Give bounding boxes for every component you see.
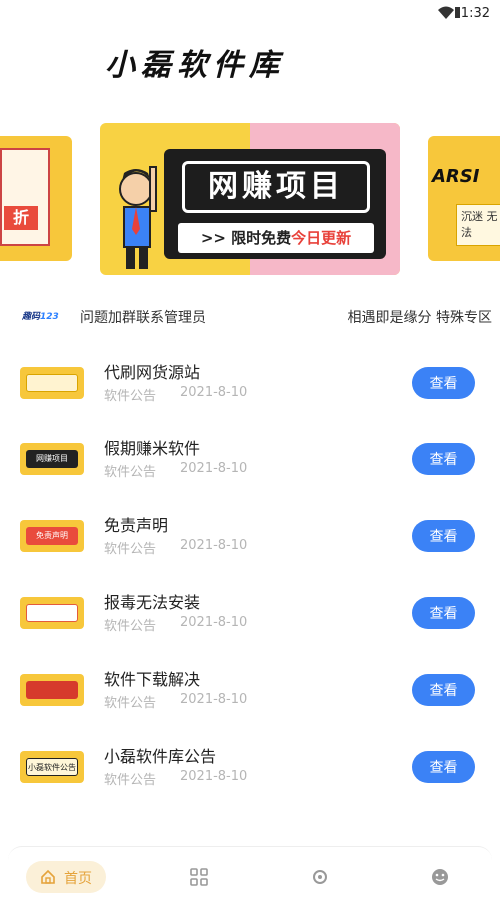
list-item-category: 软件公告 — [104, 542, 157, 557]
view-button[interactable]: 查看 — [412, 751, 475, 783]
banner-right-box: 沉迷 无法 — [456, 204, 500, 246]
smile-icon[interactable] — [430, 867, 450, 887]
list-item[interactable]: 网赚项目 假期赚米软件 软件公告 2021-8-10 查看 — [0, 421, 500, 497]
status-time: 1:32 — [460, 6, 490, 21]
list-item-thumbnail — [20, 597, 84, 629]
list-item[interactable]: 代刷网货源站 软件公告 2021-8-10 查看 — [0, 345, 500, 421]
banner-left[interactable]: 折 — [0, 136, 72, 261]
notice-marquee: 问题加群联系管理员 — [80, 310, 206, 326]
list-item-title: 小磊软件库公告 — [104, 747, 217, 766]
cartoon-man-icon — [119, 166, 157, 269]
bottom-nav: 首页 — [8, 846, 492, 908]
wifi-icon — [438, 6, 454, 19]
banner-left-tag: 折 — [4, 206, 38, 230]
list-item-title: 软件下载解决 — [104, 670, 201, 689]
banner-right[interactable]: ARSI 沉迷 无法 — [428, 136, 500, 261]
list-item-date: 2021-8-10 — [180, 692, 248, 707]
view-button[interactable]: 查看 — [412, 367, 475, 399]
list-item-title: 报毒无法安装 — [104, 593, 201, 612]
list-item-date: 2021-8-10 — [180, 615, 248, 630]
list-item-thumbnail — [20, 674, 84, 706]
home-icon — [41, 869, 55, 884]
banner-main-subtitle: >> 限时免费今日更新 — [178, 223, 374, 253]
grid-icon[interactable] — [189, 867, 209, 887]
list-item-thumbnail — [20, 367, 84, 399]
notice-special-link[interactable]: 相遇即是缘分 特殊专区 — [348, 307, 492, 327]
list-item-date: 2021-8-10 — [180, 385, 248, 400]
list-item-thumbnail: 网赚项目 — [20, 443, 84, 475]
tab-home-label: 首页 — [64, 871, 92, 887]
list-item-date: 2021-8-10 — [180, 538, 248, 553]
list-item[interactable]: 报毒无法安装 软件公告 2021-8-10 查看 — [0, 575, 500, 651]
notice-bar[interactable]: 趣码123 问题加群联系管理员 相遇即是缘分 特殊专区 — [0, 305, 500, 327]
status-bar: 1:32 — [0, 0, 500, 30]
list-item-date: 2021-8-10 — [180, 461, 248, 476]
list-item-category: 软件公告 — [104, 696, 157, 711]
view-button[interactable]: 查看 — [412, 520, 475, 552]
banner-right-code: ARSI — [432, 166, 480, 187]
list-item[interactable]: 软件下载解决 软件公告 2021-8-10 查看 — [0, 652, 500, 728]
view-button[interactable]: 查看 — [412, 597, 475, 629]
notice-logo: 趣码123 — [22, 312, 59, 322]
list-item-date: 2021-8-10 — [180, 769, 248, 784]
list-item-title: 代刷网货源站 — [104, 363, 201, 382]
list-item-category: 软件公告 — [104, 773, 157, 788]
list-item[interactable]: 小磊软件公告 小磊软件库公告 软件公告 2021-8-10 查看 — [0, 729, 500, 805]
settings-icon[interactable] — [310, 867, 330, 887]
list-item-title: 免责声明 — [104, 516, 169, 535]
tab-home[interactable]: 首页 — [26, 861, 106, 893]
app-title: 小磊软件库 — [105, 48, 285, 83]
list-item-title: 假期赚米软件 — [104, 439, 201, 458]
list-item-category: 软件公告 — [104, 619, 157, 634]
banner-main[interactable]: 网赚项目 >> 限时免费今日更新 — [100, 123, 400, 275]
view-button[interactable]: 查看 — [412, 443, 475, 475]
list-item[interactable]: 免责声明 免责声明 软件公告 2021-8-10 查看 — [0, 498, 500, 574]
list-item-category: 软件公告 — [104, 389, 157, 404]
banner-main-title: 网赚项目 — [182, 161, 370, 213]
list-item-thumbnail: 小磊软件公告 — [20, 751, 84, 783]
banner-carousel[interactable]: 折 网赚项目 >> 限时免费今日更新 ARSI 沉迷 无法 — [0, 118, 500, 278]
view-button[interactable]: 查看 — [412, 674, 475, 706]
battery-icon — [455, 7, 460, 18]
list-item-category: 软件公告 — [104, 465, 157, 480]
list-item-thumbnail: 免责声明 — [20, 520, 84, 552]
